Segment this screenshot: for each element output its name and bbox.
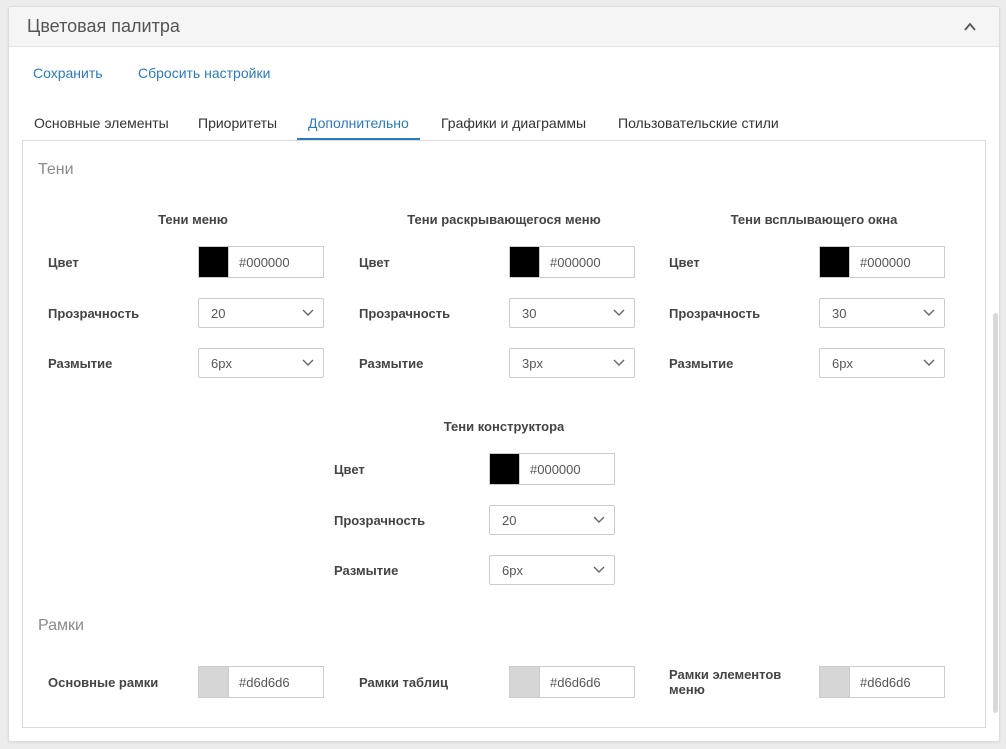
color-label: Цвет (334, 462, 365, 477)
select-value: 30 (522, 305, 537, 321)
tab-priorities[interactable]: Приоритеты (187, 115, 288, 141)
opacity-label: Прозрачность (334, 513, 426, 528)
menu-shadow-opacity-select[interactable]: 20 (198, 298, 324, 328)
panel-title: Цветовая палитра (27, 16, 180, 36)
opacity-label: Прозрачность (669, 306, 761, 321)
color-value: #000000 (530, 461, 581, 477)
constructor-shadow-opacity-select[interactable]: 20 (489, 505, 615, 535)
main-borders-color-field[interactable]: #d6d6d6 (198, 666, 324, 698)
color-swatch[interactable] (490, 454, 520, 484)
menu-shadow-color-field[interactable]: #000000 (198, 246, 324, 278)
panel-header[interactable]: Цветовая палитра (9, 7, 999, 47)
tab-charts[interactable]: Графики и диаграммы (430, 115, 597, 141)
reset-settings-link[interactable]: Сбросить настройки (138, 65, 270, 81)
constructor-shadow-blur-select[interactable]: 6px (489, 555, 615, 585)
borders-section-title: Рамки (38, 617, 84, 634)
blur-label: Размытие (48, 356, 113, 371)
tab-additional[interactable]: Дополнительно (297, 115, 420, 141)
color-label: Цвет (669, 255, 700, 270)
blur-label: Размытие (669, 356, 734, 371)
color-value: #000000 (239, 254, 290, 270)
border-label-menu-items: Рамки элементов меню (669, 667, 782, 697)
border-label-main: Основные рамки (48, 675, 159, 690)
chevron-down-icon (302, 309, 314, 316)
color-value: #d6d6d6 (239, 674, 290, 690)
color-value: #d6d6d6 (550, 674, 601, 690)
color-swatch[interactable] (820, 247, 850, 277)
table-borders-color-field[interactable]: #d6d6d6 (509, 666, 635, 698)
opacity-label: Прозрачность (48, 306, 140, 321)
color-swatch[interactable] (510, 667, 540, 697)
blur-label: Размытие (334, 563, 399, 578)
color-value: #000000 (860, 254, 911, 270)
select-value: 3px (522, 355, 543, 371)
color-label: Цвет (359, 255, 390, 270)
chevron-down-icon (613, 359, 625, 366)
menu-shadow-blur-select[interactable]: 6px (198, 348, 324, 378)
popup-shadow-color-field[interactable]: #000000 (819, 246, 945, 278)
menu-item-borders-color-field[interactable]: #d6d6d6 (819, 666, 945, 698)
popup-shadow-opacity-select[interactable]: 30 (819, 298, 945, 328)
dropdown-shadow-color-field[interactable]: #000000 (509, 246, 635, 278)
tab-basic-elements[interactable]: Основные элементы (23, 115, 180, 141)
popup-shadow-blur-select[interactable]: 6px (819, 348, 945, 378)
select-value: 20 (502, 512, 517, 528)
color-value: #d6d6d6 (860, 674, 911, 690)
select-value: 6px (211, 355, 232, 371)
shadows-section-title: Тени (38, 161, 74, 178)
select-value: 20 (211, 305, 226, 321)
dropdown-shadow-opacity-select[interactable]: 30 (509, 298, 635, 328)
color-palette-panel: Цветовая палитра Сохранить Сбросить наст… (8, 6, 1000, 742)
color-swatch[interactable] (820, 667, 850, 697)
blur-label: Размытие (359, 356, 424, 371)
color-value: #000000 (550, 254, 601, 270)
opacity-label: Прозрачность (359, 306, 451, 321)
select-value: 30 (832, 305, 847, 321)
tab-content: Тени Тени меню Цвет #000000 Прозрачность… (22, 140, 986, 728)
group-title-constructor-shadows: Тени конструктора (443, 419, 565, 434)
chevron-down-icon (302, 359, 314, 366)
group-title-menu-shadows: Тени меню (158, 212, 228, 227)
tab-custom-styles[interactable]: Пользовательские стили (607, 115, 790, 141)
chevron-down-icon (593, 566, 605, 573)
chevron-down-icon (613, 309, 625, 316)
save-link[interactable]: Сохранить (33, 65, 103, 81)
color-swatch[interactable] (199, 667, 229, 697)
group-title-popup-shadows: Тени всплывающего окна (730, 212, 898, 227)
constructor-shadow-color-field[interactable]: #000000 (489, 453, 615, 485)
chevron-down-icon (923, 359, 935, 366)
chevron-down-icon (593, 516, 605, 523)
border-label-tables: Рамки таблиц (359, 675, 449, 690)
chevron-up-icon[interactable] (963, 20, 977, 34)
chevron-down-icon (923, 309, 935, 316)
select-value: 6px (502, 562, 523, 578)
color-swatch[interactable] (199, 247, 229, 277)
color-label: Цвет (48, 255, 79, 270)
group-title-dropdown-shadows: Тени раскрывающегося меню (407, 212, 601, 227)
color-swatch[interactable] (510, 247, 540, 277)
select-value: 6px (832, 355, 853, 371)
scrollbar[interactable] (993, 313, 998, 713)
dropdown-shadow-blur-select[interactable]: 3px (509, 348, 635, 378)
